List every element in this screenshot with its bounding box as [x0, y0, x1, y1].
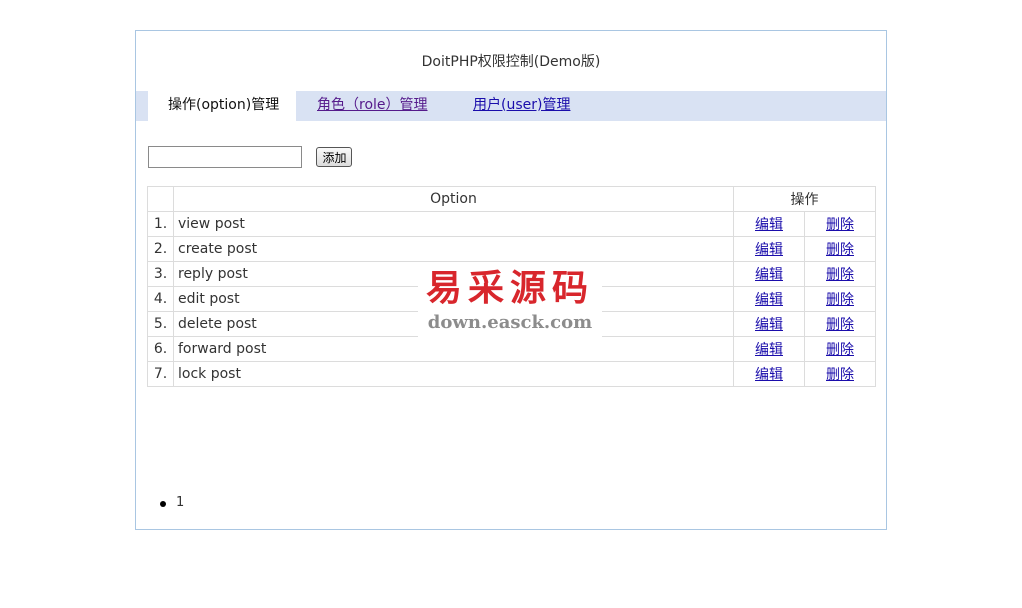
edit-cell: 编辑 — [733, 361, 805, 387]
tab-option-management[interactable]: 操作(option)管理 — [148, 91, 296, 121]
edit-cell: 编辑 — [733, 336, 805, 362]
delete-cell: 删除 — [804, 361, 876, 387]
option-name: view post — [173, 211, 734, 237]
row-index: 5. — [147, 311, 174, 337]
delete-link[interactable]: 删除 — [826, 217, 854, 233]
tab-role-management[interactable]: 角色（role）管理 — [317, 91, 428, 121]
row-index: 7. — [147, 361, 174, 387]
option-name-input[interactable] — [148, 146, 302, 168]
delete-cell: 删除 — [804, 311, 876, 337]
edit-link[interactable]: 编辑 — [755, 217, 783, 233]
delete-link[interactable]: 删除 — [826, 292, 854, 308]
edit-link[interactable]: 编辑 — [755, 342, 783, 358]
delete-link[interactable]: 删除 — [826, 242, 854, 258]
edit-link[interactable]: 编辑 — [755, 317, 783, 333]
table-row: 1. view post 编辑 删除 — [147, 211, 876, 237]
delete-link[interactable]: 删除 — [826, 317, 854, 333]
edit-cell: 编辑 — [733, 311, 805, 337]
table-header-row: Option 操作 — [147, 186, 876, 212]
actions-header: 操作 — [733, 186, 876, 212]
page-link[interactable]: 1 — [156, 495, 184, 510]
watermark-url: down.easck.com — [427, 312, 593, 333]
option-name: lock post — [173, 361, 734, 387]
table-row: 2. create post 编辑 删除 — [147, 236, 876, 262]
delete-cell: 删除 — [804, 286, 876, 312]
watermark: 易采源码 down.easck.com — [418, 262, 602, 342]
edit-cell: 编辑 — [733, 286, 805, 312]
edit-cell: 编辑 — [733, 261, 805, 287]
option-name: create post — [173, 236, 734, 262]
edit-link[interactable]: 编辑 — [755, 292, 783, 308]
option-header: Option — [173, 186, 734, 212]
add-option-form: 添加 — [148, 146, 353, 168]
delete-link[interactable]: 删除 — [826, 267, 854, 283]
index-header — [147, 186, 174, 212]
delete-cell: 删除 — [804, 261, 876, 287]
edit-link[interactable]: 编辑 — [755, 267, 783, 283]
row-index: 3. — [147, 261, 174, 287]
row-index: 1. — [147, 211, 174, 237]
delete-cell: 删除 — [804, 211, 876, 237]
edit-link[interactable]: 编辑 — [755, 367, 783, 383]
pagination: 1 — [156, 495, 184, 510]
watermark-title: 易采源码 — [425, 267, 594, 309]
delete-cell: 删除 — [804, 236, 876, 262]
delete-link[interactable]: 删除 — [826, 367, 854, 383]
row-index: 2. — [147, 236, 174, 262]
table-row: 7. lock post 编辑 删除 — [147, 361, 876, 387]
row-index: 6. — [147, 336, 174, 362]
tab-bar: 操作(option)管理 角色（role）管理 用户(user)管理 — [136, 91, 886, 121]
edit-cell: 编辑 — [733, 211, 805, 237]
tab-user-management[interactable]: 用户(user)管理 — [473, 91, 570, 121]
row-index: 4. — [147, 286, 174, 312]
edit-cell: 编辑 — [733, 236, 805, 262]
page-title: DoitPHP权限控制(Demo版) — [421, 54, 601, 70]
delete-link[interactable]: 删除 — [826, 342, 854, 358]
delete-cell: 删除 — [804, 336, 876, 362]
edit-link[interactable]: 编辑 — [755, 242, 783, 258]
add-button[interactable]: 添加 — [316, 147, 353, 167]
